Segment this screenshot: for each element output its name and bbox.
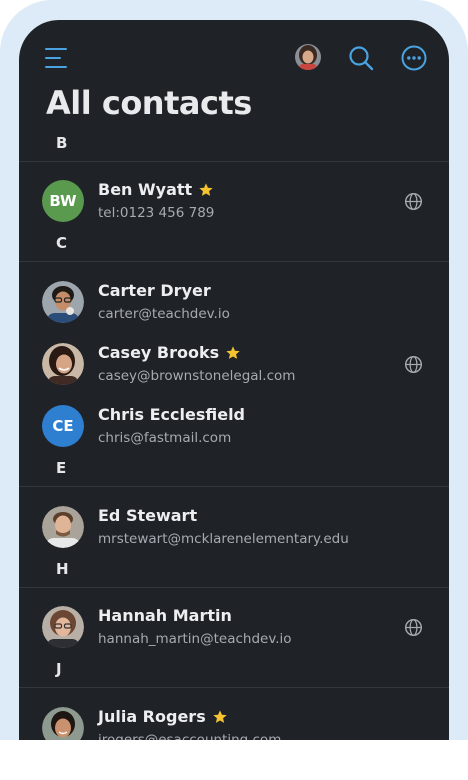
contact-name-wrap: Hannah Martin — [98, 606, 232, 625]
search-icon[interactable] — [347, 44, 375, 72]
favorite-star-icon — [213, 709, 227, 723]
avatar — [42, 707, 84, 740]
contact-detail: hannah_martin@teachdev.io — [98, 631, 292, 647]
avatar-initials: BW — [49, 192, 77, 210]
contact-detail: chris@fastmail.com — [98, 430, 232, 446]
contact-row-ben-wyatt[interactable]: BW Ben Wyatt tel:0123 456 789 — [19, 171, 449, 233]
section-header-h: H — [19, 554, 449, 588]
contact-name: Carter Dryer — [98, 281, 211, 300]
section-header-c: C — [19, 228, 449, 262]
user-avatar[interactable] — [295, 44, 321, 70]
section-letter: J — [56, 660, 62, 678]
section-header-j: J — [19, 654, 449, 688]
globe-icon[interactable] — [404, 192, 423, 211]
globe-icon[interactable] — [404, 618, 423, 637]
more-options-icon[interactable] — [400, 44, 428, 72]
contact-detail: casey@brownstonelegal.com — [98, 368, 296, 384]
section-header-b: B — [19, 128, 449, 162]
contact-row-julia-rogers[interactable]: Julia Rogers jrogers@esaccounting.com — [19, 698, 449, 740]
avatar — [42, 606, 84, 648]
avatar: BW — [42, 180, 84, 222]
section-letter: H — [56, 560, 69, 578]
contact-detail: carter@teachdev.io — [98, 306, 230, 322]
page-title: All contacts — [46, 84, 252, 122]
avatar: CE — [42, 405, 84, 447]
favorite-star-icon — [226, 345, 240, 359]
section-header-e: E — [19, 453, 449, 487]
contact-name: Ed Stewart — [98, 506, 198, 525]
contact-name-wrap: Carter Dryer — [98, 281, 211, 300]
app-screen: All contacts B BW Ben Wyatt tel:0123 456… — [19, 20, 449, 740]
contact-detail: jrogers@esaccounting.com — [98, 732, 282, 740]
section-letter: C — [56, 234, 68, 252]
avatar — [42, 281, 84, 323]
menu-icon[interactable] — [45, 47, 67, 69]
contact-name-wrap: Ben Wyatt — [98, 180, 214, 199]
contact-name: Hannah Martin — [98, 606, 232, 625]
contact-name: Casey Brooks — [98, 343, 220, 362]
contact-name-wrap: Casey Brooks — [98, 343, 241, 362]
contact-detail: tel:0123 456 789 — [98, 205, 215, 221]
contact-name-wrap: Chris Ecclesfield — [98, 405, 245, 424]
contact-row-carter-dryer[interactable]: Carter Dryer carter@teachdev.io — [19, 272, 449, 334]
favorite-star-icon — [199, 182, 213, 196]
contact-name: Chris Ecclesfield — [98, 405, 246, 424]
globe-icon[interactable] — [404, 355, 423, 374]
contact-name-wrap: Julia Rogers — [98, 707, 228, 726]
bottom-fade — [0, 740, 468, 780]
contact-name: Ben Wyatt — [98, 180, 193, 199]
avatar — [42, 506, 84, 548]
avatar — [42, 343, 84, 385]
avatar-initials: CE — [52, 417, 74, 435]
contact-row-hannah-martin[interactable]: Hannah Martin hannah_martin@teachdev.io — [19, 597, 449, 659]
contact-row-casey-brooks[interactable]: Casey Brooks casey@brownstonelegal.com — [19, 334, 449, 396]
contact-detail: mrstewart@mcklarenelementary.edu — [98, 531, 349, 547]
contact-row-ed-stewart[interactable]: Ed Stewart mrstewart@mcklarenelementary.… — [19, 497, 449, 559]
section-letter: E — [56, 459, 67, 477]
contact-row-chris-ecclesfield[interactable]: CE Chris Ecclesfield chris@fastmail.com — [19, 396, 449, 458]
contact-name: Julia Rogers — [98, 707, 206, 726]
section-letter: B — [56, 134, 68, 152]
contact-name-wrap: Ed Stewart — [98, 506, 197, 525]
